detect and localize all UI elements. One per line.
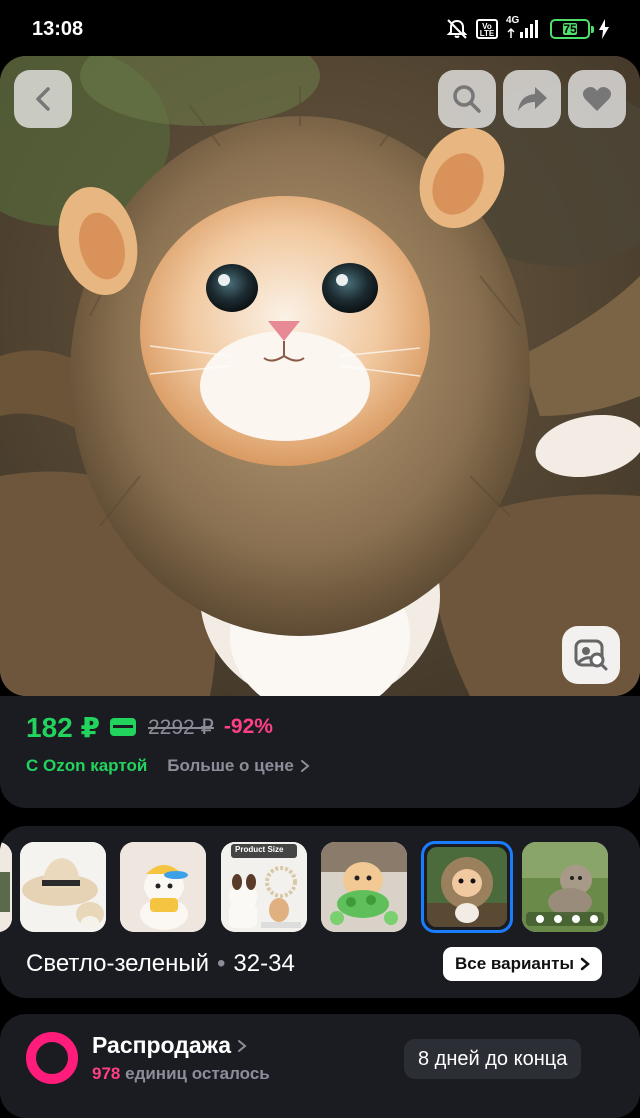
variant-image	[221, 842, 307, 932]
heart-icon	[582, 87, 612, 111]
variant-image	[0, 842, 12, 932]
variant-thumb-selected[interactable]	[421, 841, 513, 933]
variant-thumb[interactable]: Product Size	[221, 842, 307, 932]
variants-card: Product Size Светло-зеленый • 32-34 Все …	[0, 826, 640, 998]
signal-icon: 4G	[506, 15, 542, 40]
product-photo[interactable]	[0, 56, 640, 696]
separator-dot: •	[217, 950, 226, 977]
image-search-button[interactable]	[562, 626, 620, 684]
variant-image	[120, 842, 206, 932]
status-icons: Vo LTE 4G 75	[446, 16, 610, 42]
kitten-lion-mane-image	[0, 56, 640, 696]
variant-image	[522, 842, 608, 932]
sale-title-label: Распродажа	[92, 1032, 232, 1058]
variant-thumb[interactable]	[321, 842, 407, 932]
back-button[interactable]	[14, 70, 72, 128]
ozon-card-label: С Ozon картой	[26, 756, 148, 775]
search-button[interactable]	[438, 70, 496, 128]
sale-ring-icon	[26, 1032, 78, 1084]
status-time: 13:08	[32, 18, 84, 40]
sale-remaining: 978 единиц осталось	[92, 1064, 270, 1084]
muted-bell-icon	[446, 18, 468, 40]
status-bar: 13:08 Vo LTE 4G 75	[0, 0, 640, 60]
thumb-caption: Product Size	[235, 845, 284, 854]
sale-title[interactable]: Распродажа	[92, 1032, 247, 1059]
variant-thumb[interactable]	[20, 842, 106, 932]
sale-count-suffix: единиц осталось	[125, 1064, 270, 1083]
discount-badge: -92%	[223, 715, 273, 738]
ozon-card-icon	[109, 718, 136, 736]
chevron-right-icon	[300, 760, 310, 772]
chevron-right-icon	[580, 957, 590, 971]
sale-card[interactable]: Распродажа 978 единиц осталось 8 дней до…	[0, 1014, 640, 1118]
favorite-button[interactable]	[568, 70, 626, 128]
variant-thumb[interactable]	[0, 842, 12, 932]
selected-variant-label: Светло-зеленый • 32-34	[26, 950, 295, 978]
variant-size: 32-34	[233, 950, 295, 977]
price-row: 182 ₽ 2292 ₽ -92%	[26, 711, 273, 743]
more-about-price-label: Больше о цене	[167, 756, 294, 775]
charging-icon	[598, 19, 610, 39]
search-icon	[453, 85, 481, 113]
variant-image	[321, 842, 407, 932]
variant-thumb[interactable]	[120, 842, 206, 932]
variant-thumbnails: Product Size	[0, 841, 640, 934]
variant-image	[20, 842, 106, 932]
old-price: 2292 ₽	[147, 715, 214, 739]
battery-icon: 75	[550, 19, 594, 39]
all-variants-label: Все варианты	[455, 954, 574, 973]
image-search-icon	[574, 639, 608, 671]
chevron-right-icon	[238, 1039, 247, 1052]
back-icon	[36, 87, 50, 111]
share-icon	[518, 87, 547, 111]
current-price: 182 ₽	[26, 711, 100, 743]
battery-percent: 75	[563, 22, 577, 36]
variant-color: Светло-зеленый	[26, 950, 209, 977]
price-card: 182 ₽ 2292 ₽ -92% С Ozon картой Больше о…	[0, 696, 640, 808]
volte-icon: Vo LTE	[476, 19, 498, 39]
variant-thumb[interactable]	[522, 842, 608, 932]
share-button[interactable]	[503, 70, 561, 128]
sale-count: 978	[92, 1064, 121, 1083]
network-label: 4G	[506, 15, 520, 26]
price-sub-row: С Ozon картой Больше о цене	[26, 756, 310, 776]
variant-image	[427, 847, 507, 927]
all-variants-button[interactable]: Все варианты	[443, 947, 602, 981]
sale-days-left-badge: 8 дней до конца	[404, 1039, 582, 1079]
more-about-price-link[interactable]: Больше о цене	[167, 756, 310, 776]
variant-thumb-inner	[427, 847, 507, 927]
